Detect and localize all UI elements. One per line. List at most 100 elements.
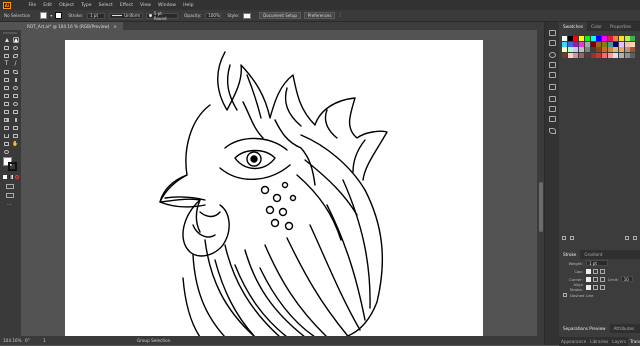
dashed-checkbox[interactable] (563, 293, 567, 297)
scroll-thumb[interactable] (538, 182, 543, 232)
document-setup-button[interactable]: Document Setup (259, 12, 301, 19)
paintbrush-tool-icon[interactable] (12, 68, 19, 75)
pencil-tool-icon[interactable] (12, 76, 19, 83)
swatch[interactable] (562, 47, 567, 53)
swatch[interactable] (579, 53, 585, 59)
properties-icon[interactable] (549, 30, 556, 36)
shape-builder-tool-icon[interactable] (12, 100, 19, 107)
lasso-tool-icon[interactable] (12, 44, 19, 51)
direct-selection-tool-icon[interactable] (12, 36, 19, 43)
libraries-icon[interactable] (549, 40, 556, 46)
document-tab[interactable]: ROT_Art.ai* @ 104.16 % (RGB/Preview) × (21, 22, 123, 30)
swatch[interactable] (590, 36, 596, 41)
swatch[interactable] (584, 36, 590, 41)
swatch[interactable] (573, 36, 579, 41)
stroke-color-box[interactable] (8, 162, 17, 171)
swatch[interactable] (607, 47, 613, 53)
color-mode-icon[interactable] (3, 175, 7, 179)
butt-cap-icon[interactable] (586, 268, 591, 274)
swatch[interactable] (619, 53, 624, 59)
menu-edit[interactable]: Edit (40, 3, 56, 8)
swatch[interactable] (607, 41, 613, 47)
rectangle-tool-icon[interactable] (3, 68, 10, 75)
perspective-grid-tool-icon[interactable] (3, 108, 10, 115)
rooster-illustration[interactable] (65, 40, 483, 336)
paragraph-icon[interactable] (549, 106, 556, 112)
symbol-sprayer-tool-icon[interactable] (12, 124, 19, 131)
swatch[interactable] (579, 36, 585, 41)
delete-swatch-icon[interactable] (633, 236, 637, 240)
menu-select[interactable]: Select (95, 3, 116, 8)
swatch[interactable] (601, 41, 607, 47)
brushes-icon[interactable] (549, 72, 556, 78)
free-transform-tool-icon[interactable] (3, 100, 10, 107)
swatch[interactable] (624, 47, 630, 53)
symbols-icon[interactable] (549, 84, 556, 90)
tab-color[interactable]: Color (587, 22, 606, 31)
swatch[interactable] (624, 41, 630, 47)
rotate-tool-icon[interactable] (12, 84, 19, 91)
swatch[interactable] (573, 53, 579, 59)
swatch[interactable] (601, 36, 607, 41)
screen-mode-icon[interactable] (6, 193, 14, 198)
swatch[interactable] (630, 47, 636, 53)
artboard-tool-icon[interactable] (12, 132, 19, 139)
actions-icon[interactable] (549, 128, 556, 134)
swatch[interactable] (573, 47, 579, 53)
swatch[interactable] (619, 47, 624, 53)
gradient-mode-icon[interactable] (9, 175, 13, 179)
swatch[interactable] (630, 41, 636, 47)
curvature-tool-icon[interactable] (12, 52, 19, 59)
color-icon[interactable] (549, 52, 556, 58)
swatch[interactable] (567, 47, 573, 53)
opentype-icon[interactable] (549, 116, 556, 122)
canvas[interactable] (21, 30, 544, 336)
blend-tool-icon[interactable] (3, 124, 10, 131)
menu-view[interactable]: View (137, 3, 155, 8)
type-tool-icon[interactable]: T (3, 60, 10, 67)
none-mode-icon[interactable] (15, 175, 19, 179)
width-tool-icon[interactable] (12, 92, 19, 99)
magic-wand-tool-icon[interactable] (3, 44, 10, 51)
vertical-scrollbar[interactable] (537, 30, 544, 336)
swatch[interactable] (596, 41, 602, 47)
opacity-field[interactable]: 100% (205, 12, 222, 19)
projecting-cap-icon[interactable] (600, 268, 605, 274)
variable-width-profile[interactable]: Uniform (109, 12, 144, 19)
column-graph-tool-icon[interactable] (3, 132, 10, 139)
draw-mode-icon[interactable] (6, 184, 14, 189)
menu-file[interactable]: File (25, 3, 40, 8)
arrange-icon[interactable]: ⫶ (339, 13, 340, 19)
selection-tool-icon[interactable] (3, 36, 10, 43)
align-center-icon[interactable] (586, 284, 591, 290)
swatch[interactable] (596, 36, 602, 41)
swatch[interactable] (630, 53, 636, 59)
artboard-number[interactable]: 1 (43, 338, 57, 343)
swatch[interactable] (567, 36, 573, 41)
tab-separations-preview[interactable]: Separations Preview (559, 324, 610, 333)
round-join-icon[interactable] (593, 276, 598, 282)
panel-grip[interactable] (3, 32, 17, 34)
swatch-kind-icon[interactable] (570, 236, 574, 240)
swatch[interactable] (562, 41, 567, 47)
swatch[interactable] (624, 36, 630, 41)
swatch[interactable] (607, 53, 613, 59)
align-outside-icon[interactable] (600, 284, 605, 290)
swatch[interactable] (562, 36, 567, 41)
bevel-join-icon[interactable] (600, 276, 605, 282)
stroke-swatch[interactable] (55, 12, 63, 19)
swatch[interactable] (619, 36, 624, 41)
swatch[interactable] (579, 41, 585, 47)
swatch[interactable] (596, 47, 602, 53)
type-icon[interactable] (549, 96, 556, 102)
limit-field[interactable]: 10 (620, 276, 633, 282)
mesh-tool-icon[interactable] (12, 108, 19, 115)
zoom-level[interactable]: 104.16% (3, 338, 25, 343)
menu-effect[interactable]: Effect (116, 3, 136, 8)
stroke-weight-field[interactable]: 1 pt (87, 12, 106, 19)
swatch[interactable] (579, 47, 585, 53)
chevron-down-icon[interactable]: ▾ (50, 13, 52, 18)
eraser-tool-icon[interactable] (3, 84, 10, 91)
preferences-button[interactable]: Preferences (303, 12, 336, 19)
swatch[interactable] (613, 53, 619, 59)
